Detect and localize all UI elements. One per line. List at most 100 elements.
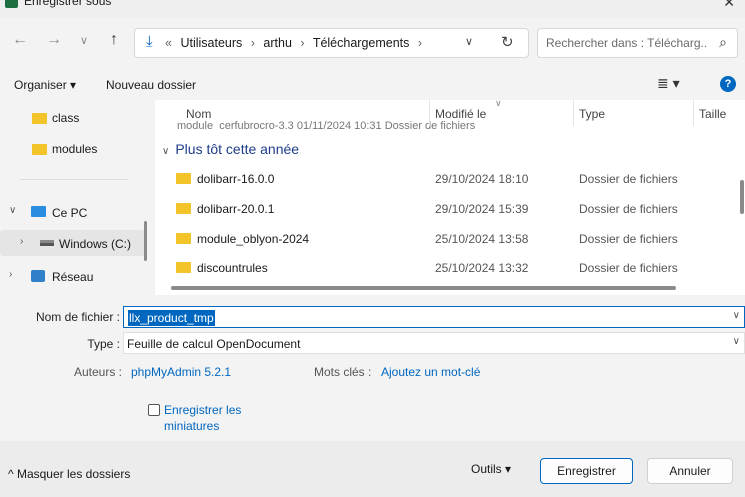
overflow-icon[interactable]: « xyxy=(165,36,172,50)
download-icon: ⤓ xyxy=(146,33,153,50)
filename-label: Nom de fichier : xyxy=(35,310,120,324)
column-header-name[interactable]: Nom xyxy=(186,107,211,133)
crumb-separator-icon: › xyxy=(250,36,255,50)
authors-field[interactable]: phpMyAdmin 5.2.1 xyxy=(131,365,231,379)
column-header-type[interactable]: Type xyxy=(579,107,605,133)
sidebar-item-windows-c[interactable]: › Windows (C:) xyxy=(0,230,145,256)
title-bar: Enregistrer sous ✕ xyxy=(0,0,745,18)
filename-input[interactable]: llx_product_tmp xyxy=(128,310,215,326)
column-divider[interactable] xyxy=(429,100,430,126)
table-row[interactable]: dolibarr-16.0.0 29/10/2024 18:10 Dossier… xyxy=(155,163,715,193)
crumb-separator-icon: › xyxy=(300,36,305,50)
new-folder-button[interactable]: Nouveau dossier xyxy=(106,78,196,92)
back-arrow-icon[interactable]: ← xyxy=(10,31,30,49)
drive-icon xyxy=(40,240,54,246)
chevron-down-icon[interactable]: ∨ xyxy=(733,310,740,321)
column-header-size[interactable]: Taille xyxy=(699,107,726,133)
folder-icon xyxy=(176,233,191,244)
table-row[interactable]: discountrules 25/10/2024 13:32 Dossier d… xyxy=(155,252,715,282)
vertical-scrollbar[interactable] xyxy=(740,180,744,214)
hide-folders-button[interactable]: ^ Masquer les dossiers xyxy=(8,467,130,481)
crumb-utilisateurs[interactable]: Utilisateurs xyxy=(180,36,242,50)
authors-label: Auteurs : xyxy=(73,365,122,379)
address-bar: ← → ∨ ↑ ⤓ « Utilisateurs › arthu › Téléc… xyxy=(0,22,745,62)
column-header-modified[interactable]: Modifié le xyxy=(435,107,486,133)
sidebar-item-label: Windows (C:) xyxy=(59,237,132,251)
file-type: Dossier de fichiers xyxy=(579,232,678,246)
forward-arrow-icon[interactable]: → xyxy=(44,31,64,49)
save-button[interactable]: Enregistrer xyxy=(540,458,633,484)
table-row[interactable]: dolibarr-20.0.1 29/10/2024 15:39 Dossier… xyxy=(155,193,715,223)
history-chevron-icon[interactable]: ∨ xyxy=(74,34,94,47)
refresh-icon[interactable]: ↻ xyxy=(501,33,514,51)
tools-menu-button[interactable]: Outils ▾ xyxy=(471,462,511,476)
sidebar-item-label: Ce PC xyxy=(52,206,88,220)
file-type-select[interactable]: Feuille de calcul OpenDocument ∨ xyxy=(123,332,745,354)
sidebar-item-label: modules xyxy=(52,142,98,156)
type-label: Type : xyxy=(87,337,120,351)
folder-icon xyxy=(176,173,191,184)
breadcrumb: « Utilisateurs › arthu › Téléchargements… xyxy=(165,36,427,50)
file-name: dolibarr-16.0.0 xyxy=(197,172,275,186)
file-date: 29/10/2024 15:39 xyxy=(435,202,529,216)
path-dropdown-icon[interactable]: ∨ xyxy=(465,35,473,48)
keywords-label: Mots clés : xyxy=(314,365,372,379)
expand-chevron-icon[interactable]: ∨ xyxy=(9,205,16,216)
search-box[interactable]: ⌕ xyxy=(537,28,738,58)
column-divider[interactable] xyxy=(693,100,694,126)
group-header[interactable]: ∨ Plus tôt cette année xyxy=(162,141,299,157)
file-name: discountrules xyxy=(197,261,268,275)
file-type: Dossier de fichiers xyxy=(579,172,678,186)
expand-chevron-icon[interactable]: › xyxy=(9,269,12,280)
horizontal-scrollbar[interactable] xyxy=(171,286,676,290)
column-divider[interactable] xyxy=(573,100,574,126)
window-title: Enregistrer sous xyxy=(24,0,112,8)
sidebar-item-label: Réseau xyxy=(52,270,94,284)
file-name: module_oblyon-2024 xyxy=(197,232,310,246)
folder-icon xyxy=(32,113,47,124)
sidebar-item-this-pc[interactable]: ∨ Ce PC xyxy=(0,199,145,225)
save-options-form: Nom de fichier : llx_product_tmp ∨ Type … xyxy=(0,296,745,441)
help-icon[interactable]: ? xyxy=(720,76,736,92)
search-icon[interactable]: ⌕ xyxy=(719,34,727,51)
path-breadcrumb[interactable]: ⤓ « Utilisateurs › arthu › Téléchargemen… xyxy=(134,28,529,58)
up-arrow-icon[interactable]: ↑ xyxy=(104,31,124,49)
table-row[interactable]: module_oblyon-2024 25/10/2024 13:58 Doss… xyxy=(155,223,715,253)
navigation-pane: class modules ∨ Ce PC › Windows (C:) › R… xyxy=(0,100,150,290)
file-type: Dossier de fichiers xyxy=(579,202,678,216)
crumb-arthu[interactable]: arthu xyxy=(263,36,292,50)
expand-chevron-icon[interactable]: › xyxy=(20,236,23,247)
command-bar: Organiser ▾ Nouveau dossier ≣ ▾ ? xyxy=(0,72,745,98)
folder-icon xyxy=(176,262,191,273)
computer-icon xyxy=(31,206,46,217)
folder-icon xyxy=(32,144,47,155)
sidebar-item-label: class xyxy=(52,111,80,125)
folder-icon xyxy=(176,203,191,214)
sidebar-scrollbar[interactable] xyxy=(144,221,147,261)
chevron-down-icon[interactable]: ∨ xyxy=(733,336,740,347)
view-options-icon[interactable]: ≣ ▾ xyxy=(657,75,680,92)
crumb-telechargements[interactable]: Téléchargements xyxy=(313,36,410,50)
crumb-separator-icon[interactable]: › xyxy=(418,36,422,50)
save-thumbnails-label[interactable]: Enregistrer les miniatures xyxy=(164,402,254,434)
divider xyxy=(20,179,128,180)
sidebar-item-network[interactable]: › Réseau xyxy=(0,263,145,289)
file-name: dolibarr-20.0.1 xyxy=(197,202,275,216)
file-type-value: Feuille de calcul OpenDocument xyxy=(127,337,301,351)
file-list: module_cerfubrocro-3.3 01/11/2024 10:31 … xyxy=(155,100,745,295)
collapse-chevron-icon[interactable]: ∨ xyxy=(162,146,169,157)
organize-menu-button[interactable]: Organiser ▾ xyxy=(14,78,76,92)
keywords-field[interactable]: Ajoutez un mot-clé xyxy=(381,365,480,379)
filename-field[interactable]: llx_product_tmp ∨ xyxy=(123,306,745,328)
excel-app-icon xyxy=(5,0,18,8)
sidebar-item-modules[interactable]: modules xyxy=(0,135,145,161)
sidebar-item-class[interactable]: class xyxy=(0,104,145,130)
network-icon xyxy=(31,270,45,282)
save-thumbnails-checkbox[interactable] xyxy=(148,404,160,416)
cancel-button[interactable]: Annuler xyxy=(647,458,733,484)
file-type: Dossier de fichiers xyxy=(579,261,678,275)
group-label: Plus tôt cette année xyxy=(175,141,300,157)
search-input[interactable] xyxy=(546,36,706,50)
dialog-footer: ^ Masquer les dossiers Outils ▾ Enregist… xyxy=(0,441,745,497)
close-icon[interactable]: ✕ xyxy=(723,0,735,11)
